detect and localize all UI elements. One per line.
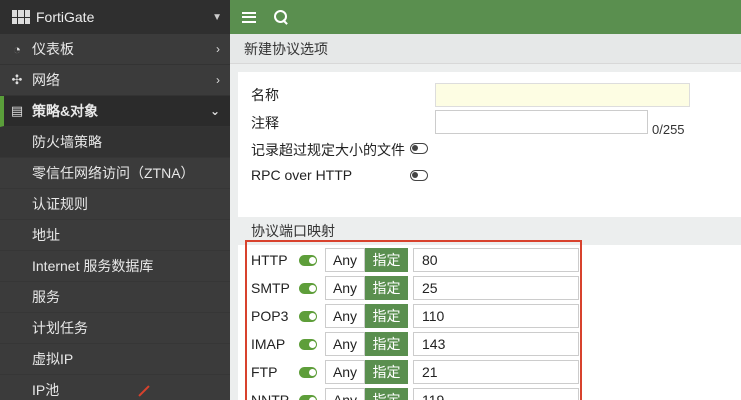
port-input[interactable]: 110 (413, 304, 579, 328)
specify-button[interactable]: 指定 (365, 304, 408, 328)
sidebar-subitem-addresses[interactable]: 地址 (0, 220, 230, 251)
specify-button[interactable]: 指定 (365, 360, 408, 384)
protocol-toggle[interactable] (299, 366, 317, 378)
sidebar-subitem-firewall-policy[interactable]: 防火墙策略 (0, 127, 230, 158)
sidebar-subitem-ztna[interactable]: 零信任网络访问（ZTNA） (0, 158, 230, 189)
port-mode-selector: Any 指定 (325, 248, 408, 272)
brand-header[interactable]: FortiGate ▼ (0, 0, 230, 34)
caret-down-icon[interactable]: ▼ (212, 12, 222, 23)
protocol-port-mapping-box: HTTP Any 指定 80 SMTP Any 指定 25 POP3 Any 指… (245, 240, 582, 400)
port-input[interactable]: 25 (413, 276, 579, 300)
sidebar-item-policy-objects[interactable]: ▤ 策略&对象 ⌄ (0, 96, 230, 127)
port-input[interactable]: 119 (413, 388, 579, 400)
log-oversize-label: 记录超过规定大小的文件 (251, 142, 405, 158)
search-icon[interactable] (274, 10, 288, 24)
sidebar-item-dashboard[interactable]: ◔ 仪表板 › (0, 34, 230, 65)
any-button[interactable]: Any (325, 304, 365, 328)
protocol-toggle[interactable] (299, 282, 317, 294)
log-oversize-toggle[interactable] (410, 143, 428, 154)
protocol-label: FTP (251, 364, 278, 380)
protocol-row-ftp: FTP Any 指定 21 (251, 360, 579, 384)
main-content: 新建协议选项 名称 注释 0/255 记录超过规定大小的文件 RPC over … (230, 34, 741, 400)
protocol-row-pop3: POP3 Any 指定 110 (251, 304, 579, 328)
protocol-label: SMTP (251, 280, 290, 296)
port-mode-selector: Any 指定 (325, 388, 408, 400)
menu-icon[interactable] (242, 11, 256, 23)
port-mode-selector: Any 指定 (325, 360, 408, 384)
protocol-label: IMAP (251, 336, 286, 352)
name-input[interactable] (435, 83, 690, 107)
port-input[interactable]: 80 (413, 248, 579, 272)
specify-button[interactable]: 指定 (365, 248, 408, 272)
chevron-down-icon: ⌄ (209, 104, 220, 118)
comment-textarea[interactable] (435, 110, 648, 134)
specify-button[interactable]: 指定 (365, 332, 408, 356)
protocol-label: NNTP (251, 392, 290, 400)
name-label: 名称 (251, 87, 279, 103)
comment-char-count: 0/255 (652, 122, 685, 137)
chevron-right-icon: › (216, 42, 220, 56)
sidebar-subitem-internet-service-db[interactable]: Internet 服务数据库 (0, 251, 230, 282)
any-button[interactable]: Any (325, 248, 365, 272)
any-button[interactable]: Any (325, 388, 365, 400)
protocol-row-http: HTTP Any 指定 80 (251, 248, 579, 272)
port-mode-selector: Any 指定 (325, 304, 408, 328)
protocol-row-smtp: SMTP Any 指定 25 (251, 276, 579, 300)
port-input[interactable]: 21 (413, 360, 579, 384)
dashboard-icon: ◔ (13, 41, 21, 57)
any-button[interactable]: Any (325, 360, 365, 384)
port-mode-selector: Any 指定 (325, 332, 408, 356)
form-panel: 名称 注释 0/255 记录超过规定大小的文件 RPC over HTTP 协议… (238, 72, 741, 400)
sidebar: FortiGate ▼ ◔ 仪表板 › ✣ 网络 › ▤ 策略&对象 ⌄ 防火墙… (0, 0, 230, 400)
page-title: 新建协议选项 (230, 34, 741, 64)
rpc-over-http-label: RPC over HTTP (251, 167, 353, 183)
sidebar-subitem-virtual-ip[interactable]: 虚拟IP (0, 344, 230, 375)
sidebar-subitem-auth-rules[interactable]: 认证规则 (0, 189, 230, 220)
sidebar-item-label: 仪表板 (32, 41, 74, 57)
policy-icon: ▤ (10, 103, 24, 118)
sidebar-item-label: 策略&对象 (32, 103, 99, 119)
any-button[interactable]: Any (325, 276, 365, 300)
protocol-label: POP3 (251, 308, 289, 324)
sidebar-subitem-schedules[interactable]: 计划任务 (0, 313, 230, 344)
specify-button[interactable]: 指定 (365, 388, 408, 400)
protocol-toggle[interactable] (299, 254, 317, 266)
comment-label: 注释 (251, 115, 279, 131)
specify-button[interactable]: 指定 (365, 276, 408, 300)
sidebar-item-label: 网络 (32, 72, 60, 88)
sidebar-subitem-ip-pools[interactable]: IP池 (0, 375, 230, 400)
brand-name: FortiGate (36, 9, 95, 25)
port-input[interactable]: 143 (413, 332, 579, 356)
sidebar-item-network[interactable]: ✣ 网络 › (0, 65, 230, 96)
fortigate-logo-icon (12, 10, 30, 24)
protocol-label: HTTP (251, 252, 288, 268)
protocol-toggle[interactable] (299, 338, 317, 350)
chevron-right-icon: › (216, 73, 220, 87)
top-bar (230, 0, 741, 34)
port-mode-selector: Any 指定 (325, 276, 408, 300)
network-icon: ✣ (11, 72, 23, 87)
rpc-over-http-toggle[interactable] (410, 170, 428, 181)
protocol-toggle[interactable] (299, 394, 317, 400)
protocol-row-nntp: NNTP Any 指定 119 (251, 388, 579, 400)
any-button[interactable]: Any (325, 332, 365, 356)
sidebar-subitem-services[interactable]: 服务 (0, 282, 230, 313)
protocol-row-imap: IMAP Any 指定 143 (251, 332, 579, 356)
protocol-toggle[interactable] (299, 310, 317, 322)
